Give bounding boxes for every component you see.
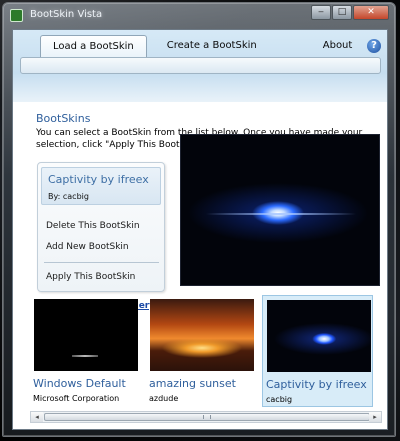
tab-about[interactable]: About [311,35,365,57]
header-band: Load a BootSkin Create a BootSkin About … [13,30,387,102]
preview-light-flare [206,213,356,215]
apply-bootskin-button[interactable]: Apply This BootSkin [46,272,135,282]
thumbnail-card-amazing-sunset[interactable]: amazing sunset azdude [146,295,257,407]
delete-bootskin-link[interactable]: Delete This BootSkin [46,221,140,231]
thumbnail-image-captivity [267,300,371,372]
bootskin-preview-image [180,134,380,286]
maximize-button[interactable]: □ [332,5,352,20]
bootskin-action-panel: Captivity by ifreex By: cacbig Delete Th… [37,162,165,292]
grip-icon [203,415,211,419]
scrollbar-thumb[interactable] [44,413,370,421]
toolbar-strip [20,57,381,74]
horizontal-scrollbar[interactable]: ◂ ▸ [30,411,382,423]
selected-skin-header: Captivity by ifreex By: cacbig [41,167,161,205]
thumbnail-card-captivity[interactable]: Captivity by ifreex cacbig [262,295,373,407]
add-bootskin-link[interactable]: Add New BootSkin [46,242,129,252]
thumbnail-image-amazing-sunset [150,299,254,371]
thumbnail-image-windows-default [34,299,138,371]
caption-buttons: ‒ □ ✕ [311,5,389,20]
thumbnail-list: Windows Default Microsoft Corporation am… [30,292,382,410]
thumbnail-author: cacbig [266,395,293,404]
window-title: BootSkin Vista [30,9,103,20]
thumbnail-author: azdude [149,394,179,403]
thumbnail-name: Windows Default [33,377,126,390]
app-icon [10,9,23,22]
thumbnail-author: Microsoft Corporation [33,394,120,403]
minimize-button[interactable]: ‒ [311,5,331,20]
thumbnail-name: Captivity by ifreex [266,378,367,391]
section-title: BootSkins [36,112,91,125]
help-icon[interactable]: ? [367,39,381,53]
scroll-right-icon[interactable]: ▸ [369,412,381,422]
selected-skin-author: By: cacbig [48,192,89,201]
scroll-left-icon[interactable]: ◂ [31,412,43,422]
panel-divider [44,262,159,263]
tab-strip: Load a BootSkin Create a BootSkin About [40,35,364,57]
thumbnail-card-windows-default[interactable]: Windows Default Microsoft Corporation [30,295,141,407]
client-area: Load a BootSkin Create a BootSkin About … [12,29,388,430]
tab-load-bootskin[interactable]: Load a BootSkin [40,35,147,57]
app-window: BootSkin Vista ‒ □ ✕ Load a BootSkin Cre… [2,2,396,437]
thumbnail-name: amazing sunset [149,377,236,390]
close-button[interactable]: ✕ [353,5,389,20]
title-bar[interactable]: BootSkin Vista ‒ □ ✕ [3,3,395,29]
selected-skin-name: Captivity by ifreex [48,173,149,186]
tab-create-bootskin[interactable]: Create a BootSkin [155,35,269,57]
